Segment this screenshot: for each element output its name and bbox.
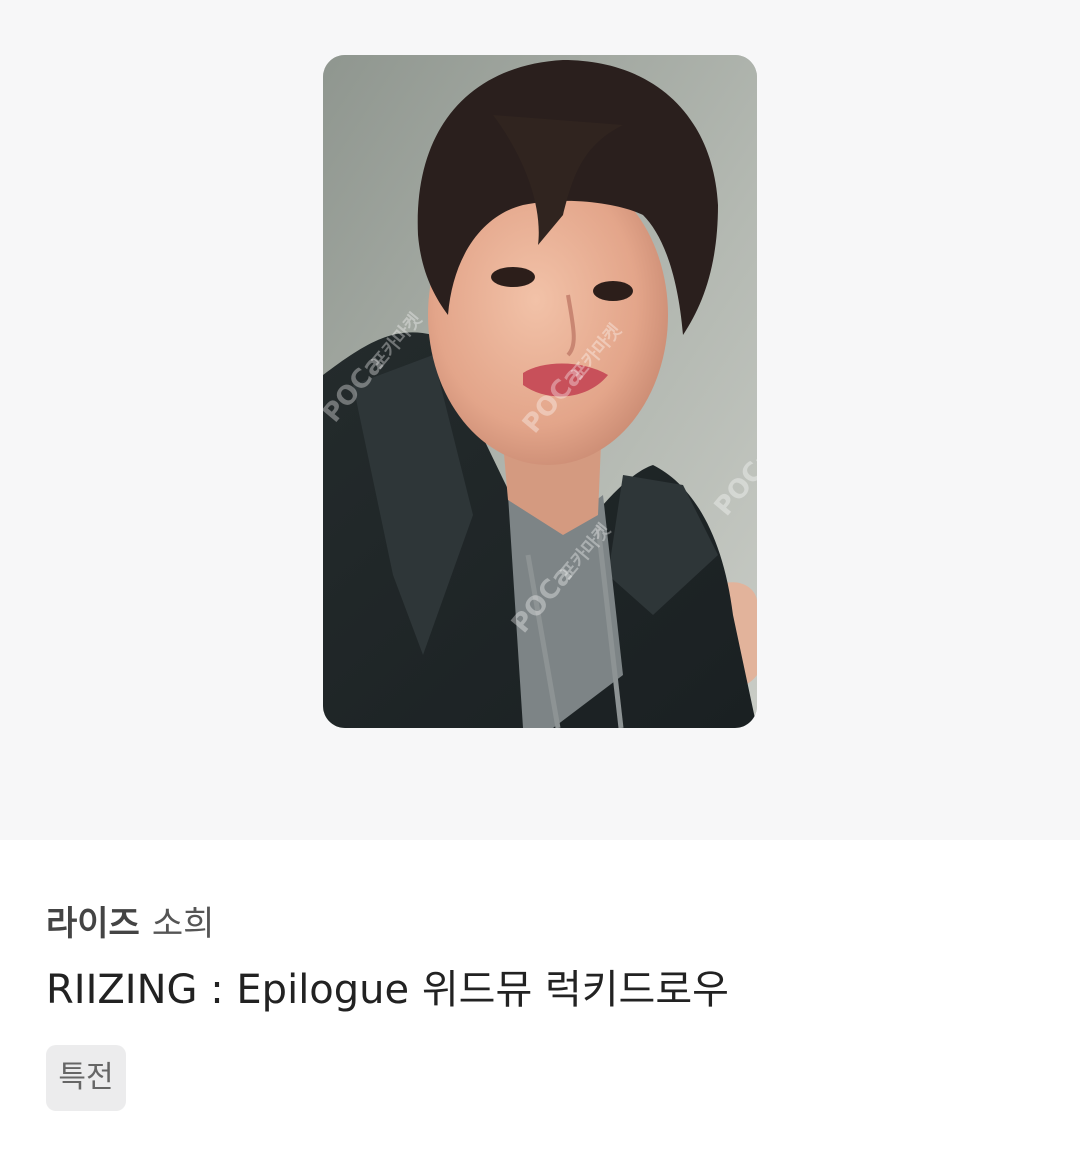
tag-badge: 특전 [46,1045,126,1111]
artist-row: 라이즈 소희 [46,902,214,946]
photocard-illustration: POCa 포카마켓 POCa 포카마켓 POCa 포카마켓 POCa 포카마켓 [323,55,757,728]
photocard-image[interactable]: POCa 포카마켓 POCa 포카마켓 POCa 포카마켓 POCa 포카마켓 [323,55,757,728]
artist-name[interactable]: 라이즈 [46,904,140,944]
item-title: RIIZING : Epilogue 위드뮤 럭키드로우 [46,967,729,1013]
member-name[interactable]: 소희 [152,904,215,944]
product-image-area: POCa 포카마켓 POCa 포카마켓 POCa 포카마켓 POCa 포카마켓 [0,0,1080,840]
